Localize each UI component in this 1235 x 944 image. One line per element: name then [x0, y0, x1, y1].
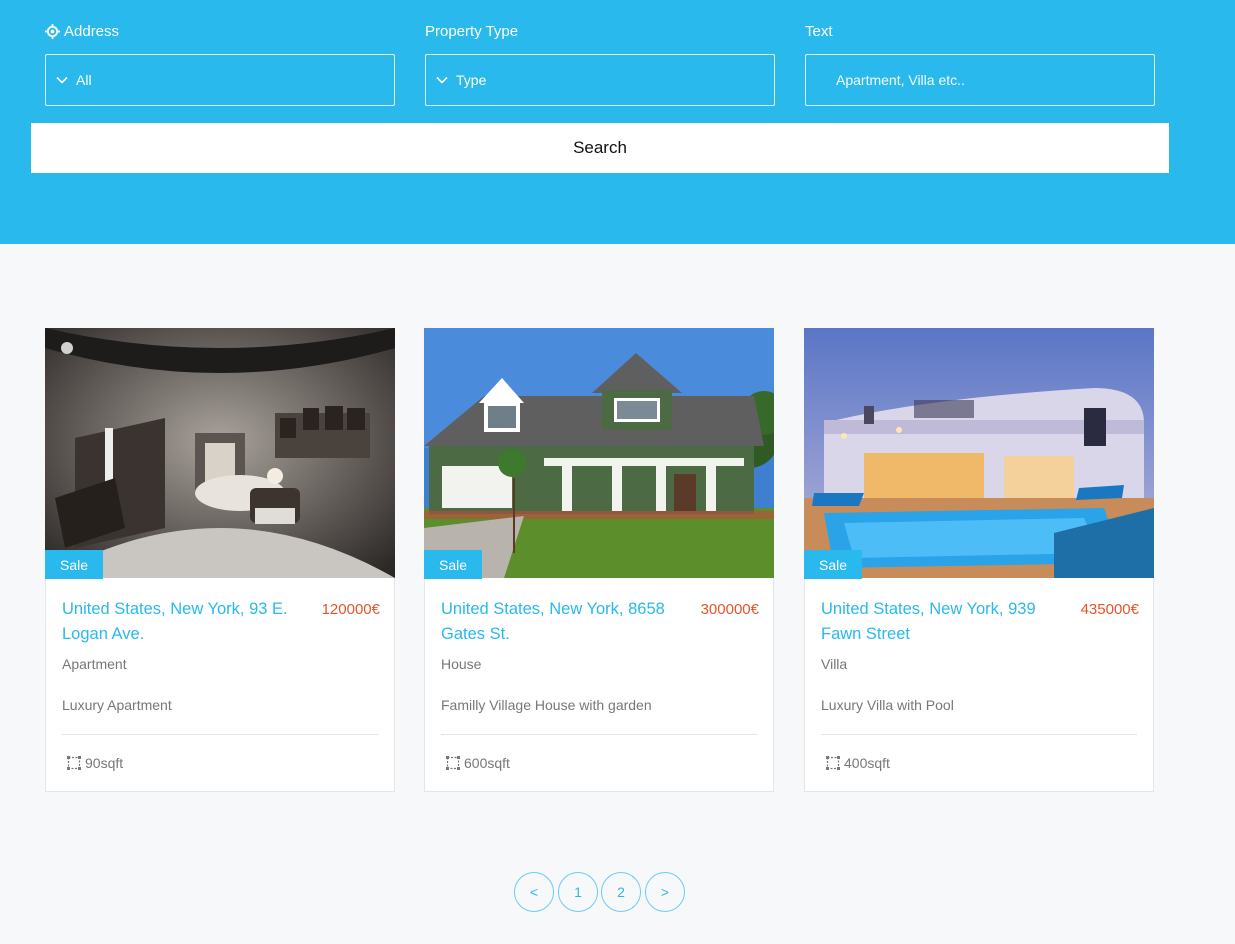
card-divider: [62, 734, 378, 735]
listing-photo-bedroom-panorama[interactable]: [45, 328, 395, 578]
property-type-select[interactable]: Type: [425, 54, 775, 106]
listing-title[interactable]: United States, New York, 8658 Gates St.: [441, 597, 681, 647]
location-target-icon: [45, 24, 60, 39]
listing-area-value: 90sqft: [85, 755, 124, 771]
listing-area: 600sqft: [445, 755, 510, 771]
listing-badge: Sale: [424, 550, 482, 579]
listing-badge: Sale: [804, 550, 862, 579]
listing-description: Familly Village House with garden: [441, 697, 652, 713]
property-type-select-value: Type: [456, 72, 487, 88]
property-type-label: Property Type: [425, 23, 519, 40]
address-label: Address: [45, 23, 119, 40]
listing-card[interactable]: Sale United States, New York, 939 Fawn S…: [804, 328, 1154, 792]
listing-area: 400sqft: [825, 755, 890, 771]
listing-type: Apartment: [62, 656, 127, 672]
text-label: Text: [805, 23, 833, 40]
listing-photo-villa-with-pool[interactable]: [804, 328, 1154, 578]
listing-description: Luxury Apartment: [62, 697, 172, 713]
text-search-placeholder: Apartment, Villa etc..: [836, 72, 965, 88]
area-icon: [446, 756, 460, 770]
chevron-down-icon: [56, 76, 68, 84]
listing-card[interactable]: Sale United States, New York, 93 E. Loga…: [45, 328, 395, 792]
address-select[interactable]: All: [45, 54, 395, 106]
pagination-prev-button[interactable]: <: [514, 872, 554, 912]
listing-card[interactable]: Sale United States, New York, 8658 Gates…: [424, 328, 774, 792]
text-search-input[interactable]: Apartment, Villa etc..: [805, 54, 1155, 106]
listing-description: Luxury Villa with Pool: [821, 697, 954, 713]
listing-area: 90sqft: [66, 755, 123, 771]
listing-title[interactable]: United States, New York, 939 Fawn Street: [821, 597, 1061, 647]
listing-type: Villa: [821, 656, 848, 672]
listing-area-value: 600sqft: [464, 755, 510, 771]
pagination-next-button[interactable]: >: [645, 872, 685, 912]
area-icon: [826, 756, 840, 770]
address-label-text: Address: [64, 23, 120, 40]
listing-price: 300000€: [700, 601, 759, 618]
listing-type: House: [441, 656, 482, 672]
listing-price: 120000€: [321, 601, 380, 618]
address-select-value: All: [76, 72, 92, 88]
pagination-page-1[interactable]: 1: [558, 872, 598, 912]
listing-photo-suburban-house[interactable]: [424, 328, 774, 578]
listing-area-value: 400sqft: [844, 755, 890, 771]
listing-badge: Sale: [45, 550, 103, 579]
area-icon: [67, 756, 81, 770]
listing-price: 435000€: [1080, 601, 1139, 618]
listing-title[interactable]: United States, New York, 93 E. Logan Ave…: [62, 597, 302, 647]
search-button[interactable]: Search: [31, 123, 1169, 173]
chevron-down-icon: [436, 76, 448, 84]
pagination-page-2[interactable]: 2: [601, 872, 641, 912]
card-divider: [821, 734, 1137, 735]
card-divider: [441, 734, 757, 735]
search-panel: Address Property Type Text All Type Apar…: [0, 0, 1235, 244]
